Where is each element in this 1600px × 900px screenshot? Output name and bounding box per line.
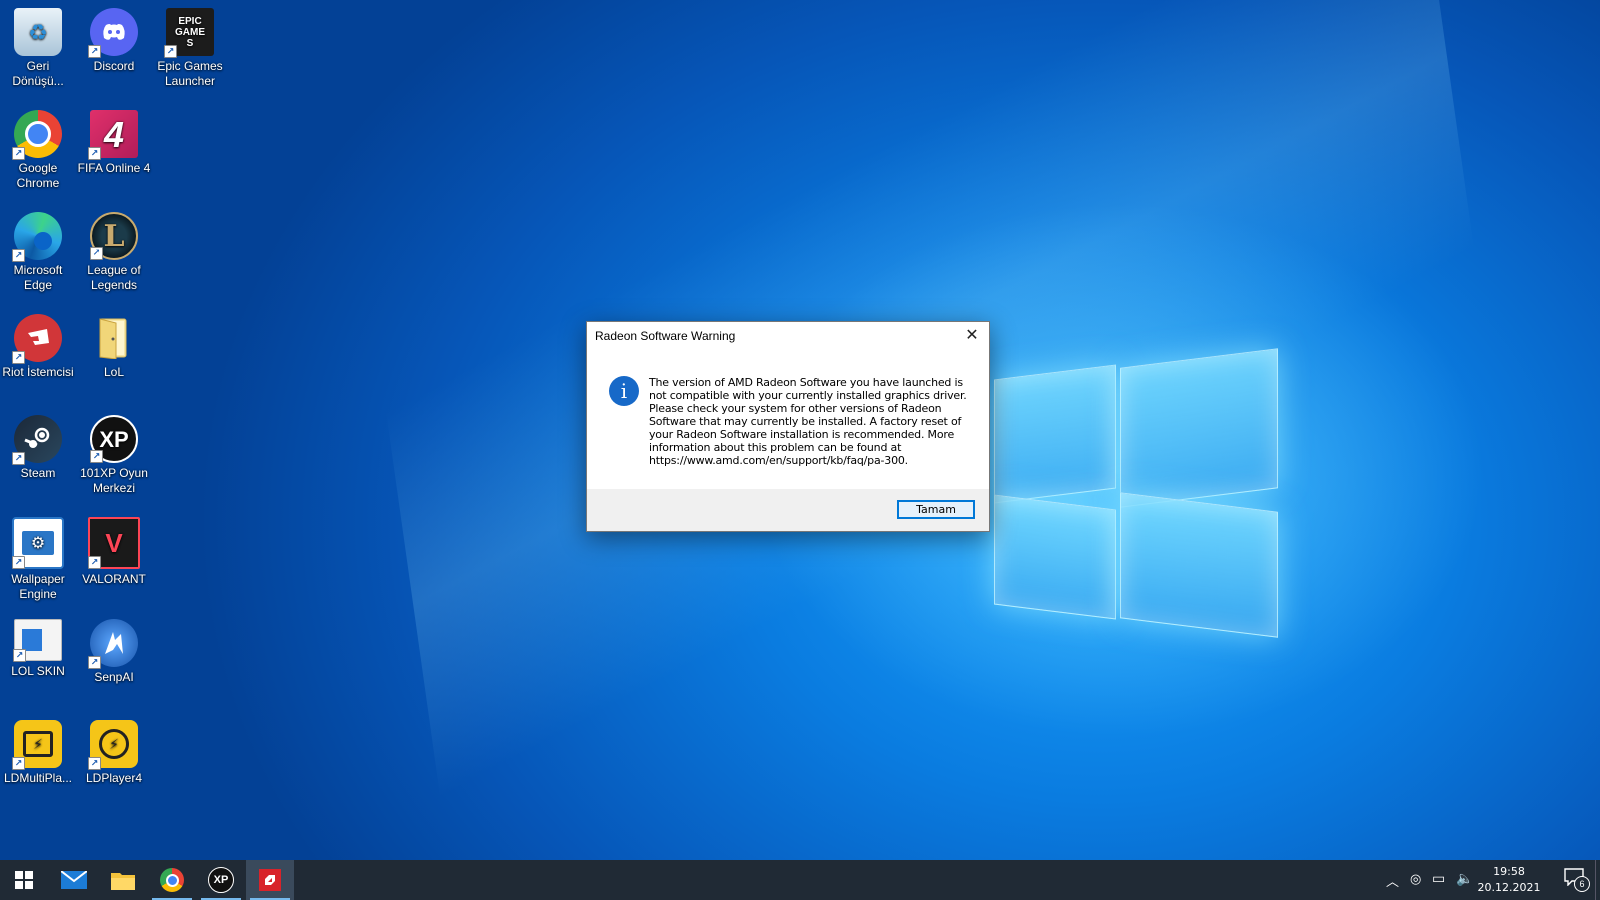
shortcut-arrow-icon: ↗	[164, 45, 177, 58]
desktop-icon-fifa-online[interactable]: 4 ↗ FIFA Online 4	[76, 106, 152, 176]
radeon-warning-dialog: Radeon Software Warning ✕ i The version …	[586, 321, 990, 532]
chrome-icon	[160, 868, 184, 892]
dialog-title: Radeon Software Warning	[595, 329, 736, 343]
desktop-icon-label: Geri Dönüşü...	[12, 59, 64, 88]
desktop-icon-label: Epic Games Launcher	[157, 59, 223, 88]
desktop-icon-league-of-legends[interactable]: L ↗ League of Legends	[76, 208, 152, 293]
webcam-icon[interactable]: ◎	[1410, 871, 1421, 887]
desktop-icon-label: Microsoft Edge	[13, 263, 63, 292]
shortcut-arrow-icon: ↗	[88, 656, 101, 669]
shortcut-arrow-icon: ↗	[13, 649, 26, 662]
volume-icon[interactable]: 🔈	[1456, 870, 1473, 887]
amd-radeon-icon	[259, 869, 281, 891]
chrome-icon: ↗	[12, 110, 62, 160]
desktop-icon-label: LDPlayer4	[85, 771, 143, 785]
wallpaper-engine-icon: ⚙ ↗	[12, 517, 64, 569]
shortcut-arrow-icon: ↗	[90, 450, 103, 463]
desktop-icon-label: LoL	[103, 365, 125, 379]
desktop-icon-label: LOL SKIN	[11, 664, 65, 678]
desktop-icon-valorant[interactable]: V ↗ VALORANT	[76, 513, 152, 587]
desktop-icon-ldplayer[interactable]: ⚡ ↗ LDPlayer4	[76, 716, 152, 786]
desktop-icon-lol-skin[interactable]: ↗ LOL SKIN	[0, 615, 76, 679]
league-of-legends-icon: L ↗	[90, 212, 138, 260]
info-icon: i	[609, 376, 639, 406]
shortcut-arrow-icon: ↗	[12, 147, 25, 160]
recycle-bin-icon: ♻	[14, 8, 62, 56]
close-icon[interactable]: ✕	[961, 325, 983, 347]
windows-icon	[15, 871, 33, 889]
taskbar-chrome[interactable]	[148, 860, 196, 900]
desktop-icon-label: FIFA Online 4	[77, 161, 151, 175]
desktop-icon-label: Riot İstemcisi	[2, 365, 74, 379]
desktop-icon-recycle-bin[interactable]: ♻ Geri Dönüşü...	[0, 4, 76, 89]
taskbar: XP ︿ ◎ ▭ 🔈 19:58 20.12.2021 6	[0, 860, 1600, 900]
shortcut-arrow-icon: ↗	[88, 45, 101, 58]
start-button[interactable]	[0, 860, 48, 900]
discord-icon: ↗	[88, 8, 138, 58]
desktop-icon-label: Google Chrome	[16, 161, 60, 190]
desktop-icon-epic-games[interactable]: EPIC GAMES ↗ Epic Games Launcher	[152, 4, 228, 89]
taskbar-mail[interactable]	[50, 860, 98, 900]
desktop-icon-label: Discord	[93, 59, 135, 73]
101xp-icon: XP ↗	[90, 415, 138, 463]
taskbar-file-explorer[interactable]	[99, 860, 147, 900]
taskbar-101xp[interactable]: XP	[197, 860, 245, 900]
desktop-icon-label: VALORANT	[82, 572, 146, 586]
lol-skin-icon: ↗	[13, 619, 62, 662]
desktop-icon-label: Steam	[20, 466, 56, 480]
shortcut-arrow-icon: ↗	[12, 556, 25, 569]
dialog-message: The version of AMD Radeon Software you h…	[649, 376, 967, 467]
valorant-icon: V ↗	[88, 517, 140, 569]
show-desktop-button[interactable]	[1595, 860, 1600, 900]
desktop-icon-label: SenpAI	[94, 670, 134, 684]
101xp-icon: XP	[208, 867, 234, 893]
system-tray: ︿ ◎ ▭ 🔈	[1386, 860, 1476, 900]
edge-icon: ↗	[12, 212, 62, 262]
shortcut-arrow-icon: ↗	[90, 247, 103, 260]
folder-icon	[111, 873, 135, 890]
epic-games-icon: EPIC GAMES ↗	[164, 8, 214, 58]
dialog-footer: Tamam	[587, 489, 989, 531]
desktop-icon-steam[interactable]: ↗ Steam	[0, 411, 76, 481]
desktop-icon-label: Wallpaper Engine	[11, 572, 65, 601]
folder-icon	[90, 314, 138, 362]
mail-icon	[61, 871, 87, 889]
desktop-icon-discord[interactable]: ↗ Discord	[76, 4, 152, 74]
shortcut-arrow-icon: ↗	[12, 351, 25, 364]
desktop-icon-senpai[interactable]: ↗ SenpAI	[76, 615, 152, 685]
chevron-up-icon[interactable]: ︿	[1386, 871, 1399, 890]
clock-date: 20.12.2021	[1477, 881, 1541, 894]
clock-time: 19:58	[1493, 865, 1525, 878]
desktop-icon-ldmultiplayer[interactable]: ⚡ ↗ LDMultiPla...	[0, 716, 76, 786]
desktop-icon-label: 101XP Oyun Merkezi	[80, 466, 148, 495]
shortcut-arrow-icon: ↗	[12, 249, 25, 262]
ldmultiplayer-icon: ⚡ ↗	[12, 720, 62, 770]
desktop-icon-lol-folder[interactable]: LoL	[76, 310, 152, 380]
desktop-icon-wallpaper-engine[interactable]: ⚙ ↗ Wallpaper Engine	[0, 513, 76, 602]
desktop-icon-edge[interactable]: ↗ Microsoft Edge	[0, 208, 76, 293]
desktop-icon-101xp[interactable]: XP ↗ 101XP Oyun Merkezi	[76, 411, 152, 496]
taskbar-clock[interactable]: 19:58 20.12.2021	[1474, 864, 1544, 896]
shortcut-arrow-icon: ↗	[88, 556, 101, 569]
ldplayer-icon: ⚡ ↗	[88, 720, 138, 770]
riot-client-icon: ↗	[12, 314, 62, 364]
shortcut-arrow-icon: ↗	[88, 147, 101, 160]
taskbar-radeon[interactable]	[246, 860, 294, 900]
shortcut-arrow-icon: ↗	[12, 757, 25, 770]
steam-icon: ↗	[12, 415, 62, 465]
senpai-icon: ↗	[88, 619, 138, 669]
desktop-icon-label: LDMultiPla...	[3, 771, 73, 785]
shortcut-arrow-icon: ↗	[88, 757, 101, 770]
shortcut-arrow-icon: ↗	[12, 452, 25, 465]
desktop-icon-label: League of Legends	[87, 263, 141, 292]
desktop-icon-chrome[interactable]: ↗ Google Chrome	[0, 106, 76, 191]
desktop-icon-riot-client[interactable]: ↗ Riot İstemcisi	[0, 310, 76, 380]
fifa-online-icon: 4 ↗	[88, 110, 138, 160]
notification-center-icon[interactable]: 6	[1564, 868, 1590, 892]
ok-button[interactable]: Tamam	[897, 500, 975, 519]
network-icon[interactable]: ▭	[1432, 870, 1445, 887]
notification-count-badge: 6	[1574, 876, 1590, 892]
